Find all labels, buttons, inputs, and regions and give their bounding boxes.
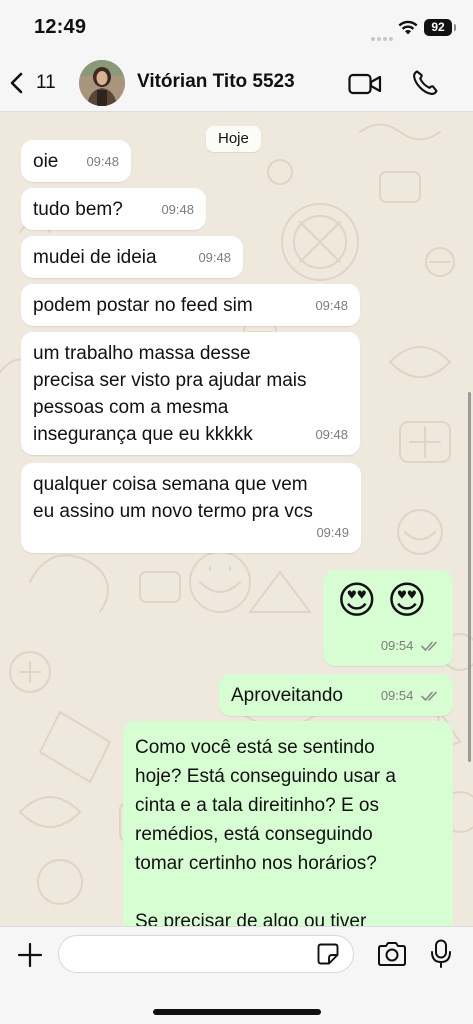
incoming-message[interactable]: tudo bem? 09:48 <box>21 188 206 230</box>
incoming-message[interactable]: oie 09:48 <box>21 140 131 182</box>
camera-icon[interactable] <box>377 941 407 967</box>
sticker-icon[interactable] <box>316 942 340 966</box>
double-check-icon <box>421 691 437 702</box>
home-indicator[interactable] <box>153 1009 321 1015</box>
avatar[interactable] <box>79 60 125 106</box>
signal-dots-icon <box>371 28 395 41</box>
incoming-message[interactable]: podem postar no feed sim 09:48 <box>21 284 360 326</box>
status-bar: 12:49 92 <box>0 0 473 56</box>
battery-indicator: 92 <box>424 19 456 36</box>
message-text: um trabalho massa desse precisa ser vist… <box>33 343 307 445</box>
outgoing-message[interactable]: Aproveitando 09:54 <box>219 674 453 716</box>
message-text: Como você está se sentindo hoje? Está co… <box>135 737 396 926</box>
incoming-message[interactable]: mudei de ideia 09:48 <box>21 236 243 278</box>
plus-icon[interactable] <box>16 941 44 969</box>
unread-count: 11 <box>36 72 56 93</box>
message-time: 09:54 <box>381 632 441 659</box>
message-text: podem postar no feed sim <box>33 295 253 316</box>
incoming-message[interactable]: um trabalho massa desse precisa ser vist… <box>21 332 360 455</box>
date-chip: Hoje <box>206 126 261 152</box>
message-time: 09:48 <box>315 427 348 442</box>
back-button[interactable]: 11 <box>8 68 56 98</box>
chevron-left-icon <box>10 72 23 94</box>
message-time: 09:48 <box>161 202 194 217</box>
incoming-message[interactable]: qualquer coisa semana que vem eu assino … <box>21 463 361 553</box>
avatar-photo <box>79 60 125 106</box>
phone-icon[interactable] <box>411 69 439 97</box>
message-input[interactable] <box>58 935 354 973</box>
message-time: 09:54 <box>381 682 441 709</box>
message-time: 09:48 <box>86 154 119 169</box>
outgoing-message[interactable]: Como você está se sentindo hoje? Está co… <box>123 721 453 926</box>
status-time: 12:49 <box>34 16 87 38</box>
outgoing-message[interactable]: 😍 😍 09:54 <box>323 570 453 666</box>
contact-name[interactable]: Vitórian Tito 5523 <box>137 71 295 93</box>
chat-area[interactable]: Hoje oie 09:48 tudo bem? 09:48 mudei de … <box>0 112 473 926</box>
video-camera-icon[interactable] <box>348 72 382 96</box>
wifi-icon <box>398 20 418 35</box>
message-time: 09:48 <box>315 298 348 313</box>
message-time: 09:49 <box>316 525 349 540</box>
message-text: 😍 😍 <box>337 580 427 622</box>
message-time: 09:48 <box>198 250 231 265</box>
chat-header: 11 Vitórian Tito 5523 <box>0 56 473 112</box>
scrollbar[interactable] <box>468 392 471 762</box>
message-text: qualquer coisa semana que vem eu assino … <box>33 474 313 522</box>
microphone-icon[interactable] <box>430 939 452 969</box>
double-check-icon <box>421 641 437 652</box>
